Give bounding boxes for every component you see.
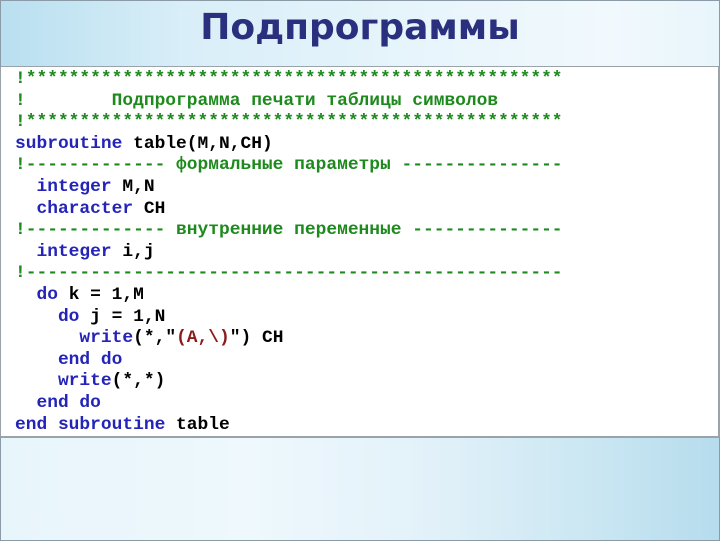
code-token-comment: !***************************************… xyxy=(15,69,563,89)
code-line: end subroutine table xyxy=(15,415,563,437)
title-band: Подпрограммы xyxy=(0,0,720,68)
code-token-text: M,N xyxy=(111,176,155,197)
code-line: write(*,"(A,\)") CH xyxy=(15,328,563,350)
code-token-keyword: integer xyxy=(15,241,112,262)
code-token-keyword: write xyxy=(15,371,112,392)
code-token-keyword: character xyxy=(15,198,134,219)
code-token-text: CH xyxy=(133,198,166,219)
code-token-text: (*,*) xyxy=(111,371,166,392)
code-token-text: ") CH xyxy=(229,328,284,349)
code-token-string: (A,\) xyxy=(176,328,230,349)
code-line: character CH xyxy=(15,199,563,221)
code-token-keyword: end subroutine xyxy=(15,414,166,435)
code-token-text: k = 1,M xyxy=(57,284,144,305)
code-token-text: j = 1,N xyxy=(79,306,166,327)
code-token-keyword: integer xyxy=(15,176,112,197)
code-token-comment: ! Подпрограмма печати таблицы символов xyxy=(15,90,499,111)
code-token-keyword: subroutine xyxy=(15,133,123,154)
code-token-keyword: write xyxy=(15,328,134,349)
code-line: !***************************************… xyxy=(15,112,563,134)
code-line: subroutine table(M,N,CH) xyxy=(15,134,563,156)
code-line: integer M,N xyxy=(15,177,563,199)
code-token-text: table(M,N,CH) xyxy=(122,133,273,154)
code-token-comment: !***************************************… xyxy=(15,112,563,133)
code-line: do k = 1,M xyxy=(15,285,563,307)
code-token-text: i,j xyxy=(111,241,155,262)
code-token-comment: !------------- внутренние переменные ---… xyxy=(15,220,563,241)
code-line: !***************************************… xyxy=(15,69,563,91)
code-line: do j = 1,N xyxy=(15,307,563,329)
code-line: write(*,*) xyxy=(15,371,563,393)
code-block: !***************************************… xyxy=(15,69,563,436)
code-line: end do xyxy=(15,350,563,372)
code-line: end do xyxy=(15,393,563,415)
code-line: !------------- формальные параметры ----… xyxy=(15,155,563,177)
code-line: !---------------------------------------… xyxy=(15,263,563,285)
code-token-text: (*," xyxy=(133,328,177,349)
code-token-text: table xyxy=(165,414,230,435)
code-line: integer i,j xyxy=(15,242,563,264)
code-token-keyword: end do xyxy=(15,392,101,413)
slide-title: Подпрограммы xyxy=(200,7,520,48)
code-token-keyword: do xyxy=(15,284,58,305)
code-line: !------------- внутренние переменные ---… xyxy=(15,220,563,242)
code-token-comment: !---------------------------------------… xyxy=(15,263,563,284)
footer-band xyxy=(0,436,720,541)
code-line: ! Подпрограмма печати таблицы символов xyxy=(15,91,563,113)
code-token-keyword: do xyxy=(15,306,80,327)
code-token-keyword: end do xyxy=(15,349,123,370)
code-token-comment: !------------- формальные параметры ----… xyxy=(15,155,563,176)
code-panel: !***************************************… xyxy=(0,67,720,436)
